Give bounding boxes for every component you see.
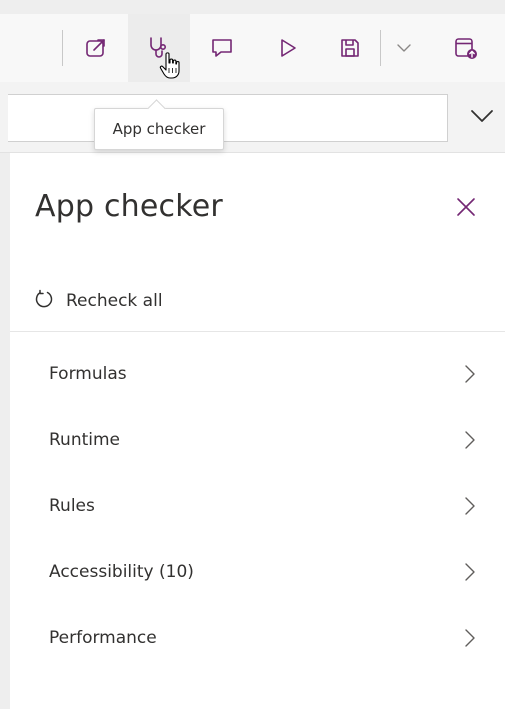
formula-expand-button[interactable] (462, 94, 502, 142)
app-checker-panel: App checker Recheck all Formulas Runtime… (10, 153, 505, 709)
chevron-right-icon (460, 364, 480, 384)
recheck-all-button[interactable]: Recheck all (34, 287, 163, 315)
save-options-button[interactable] (382, 14, 426, 82)
panel-title: App checker (35, 189, 223, 224)
toolbar-divider (62, 30, 63, 66)
divider (10, 331, 505, 332)
share-button[interactable] (66, 14, 126, 82)
save-icon (338, 36, 362, 60)
chevron-right-icon (460, 628, 480, 648)
formula-bar (0, 82, 505, 153)
category-label: Accessibility (10) (49, 562, 194, 582)
category-performance[interactable]: Performance (10, 605, 505, 671)
app-checker-button[interactable] (128, 14, 190, 82)
save-button[interactable] (320, 14, 380, 82)
close-icon (455, 196, 477, 222)
publish-icon (453, 35, 479, 61)
chevron-right-icon (460, 430, 480, 450)
chevron-down-icon (469, 103, 495, 133)
app-window: App checker App checker Recheck all Form… (0, 0, 505, 709)
chevron-down-icon (395, 39, 413, 57)
share-icon (84, 36, 108, 60)
category-runtime[interactable]: Runtime (10, 407, 505, 473)
category-label: Performance (49, 628, 157, 648)
comments-button[interactable] (192, 14, 252, 82)
toolbar-divider (380, 30, 381, 66)
hand-cursor-icon (159, 52, 183, 80)
category-label: Runtime (49, 430, 121, 450)
comment-icon (210, 36, 234, 60)
category-accessibility[interactable]: Accessibility (10) (10, 539, 505, 605)
close-button[interactable] (448, 191, 484, 227)
refresh-icon (34, 289, 54, 313)
publish-button[interactable] (436, 14, 496, 82)
chevron-right-icon (460, 496, 480, 516)
category-label: Rules (49, 496, 95, 516)
formula-input[interactable] (8, 94, 448, 142)
chevron-right-icon (460, 562, 480, 582)
category-label: Formulas (49, 364, 127, 384)
category-list: Formulas Runtime Rules Accessibility (10… (10, 341, 505, 671)
category-rules[interactable]: Rules (10, 473, 505, 539)
tooltip-text: App checker (112, 120, 206, 138)
command-bar (0, 14, 505, 82)
category-formulas[interactable]: Formulas (10, 341, 505, 407)
play-icon (276, 36, 300, 60)
recheck-all-label: Recheck all (66, 291, 163, 311)
preview-button[interactable] (258, 14, 318, 82)
